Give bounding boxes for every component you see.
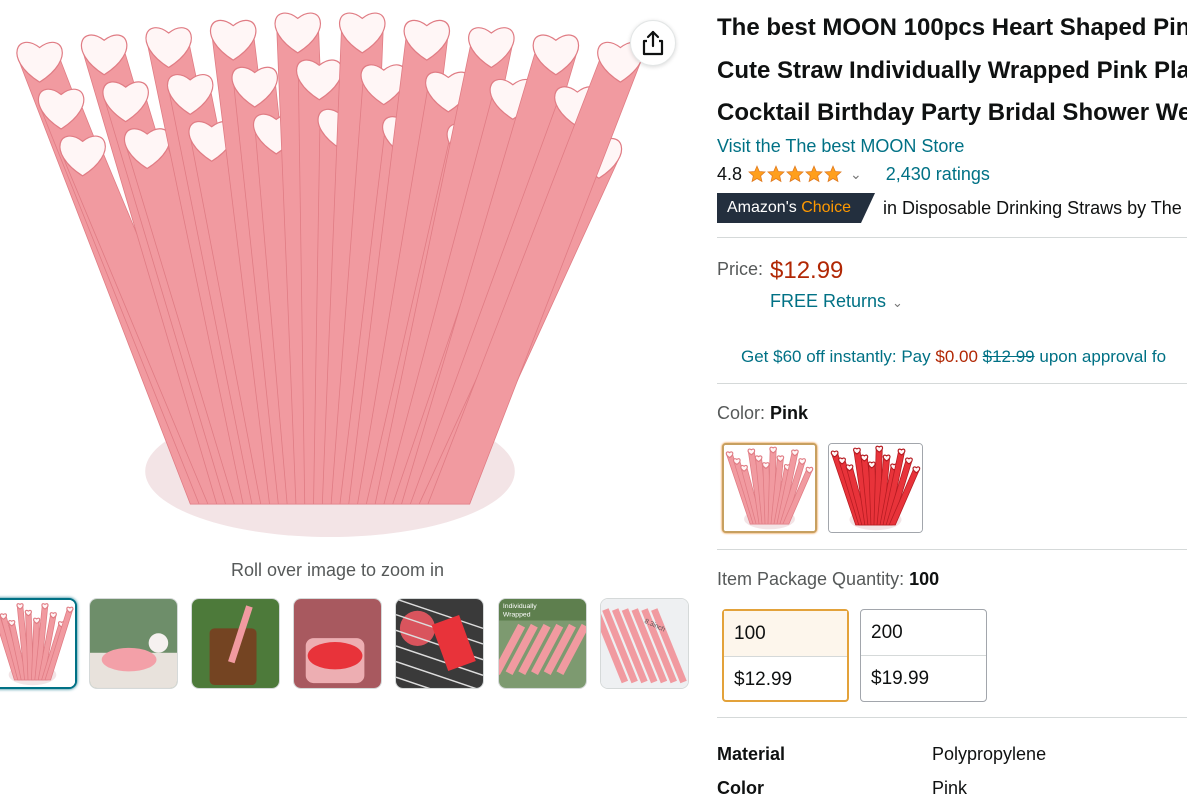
free-returns-link[interactable]: FREE Returns ⌄ [770,291,903,312]
divider [717,717,1187,718]
thumbnail-image [396,599,483,688]
divider [717,237,1187,238]
thumbnail-caption: Wrapped [503,612,531,619]
spec-key-material: Material [717,744,786,764]
product-title-line-2: Cute Straw Individually Wrapped Pink Pla [717,57,1187,84]
quantity-option-price: $19.99 [871,668,930,689]
color-selected-value: Pink [770,403,809,423]
thumbnail-image [90,599,177,688]
thumbnail-1[interactable] [0,598,77,689]
spec-value-material: Polypropylene [932,744,1047,764]
rating-row: 4.8 ⌄ 2,430 ratings [717,161,990,187]
amazons-choice-row: Amazon's Choice in Disposable Drinking S… [717,193,1182,223]
share-button[interactable] [630,20,676,66]
spec-key-color: Color [717,778,764,798]
star-icon [767,165,785,183]
color-label-text: Color: [717,403,766,423]
color-swatch-pink[interactable] [722,443,817,533]
chevron-down-icon: ⌄ [892,295,903,310]
ratings-count-link[interactable]: 2,430 ratings [886,164,990,185]
chevron-down-icon[interactable]: ⌄ [850,166,862,183]
quantity-label-text: Item Package Quantity: [717,569,905,589]
price-label: Price: [717,259,764,279]
star-icon [824,165,842,183]
badge-accent: Choice [801,199,852,216]
quantity-label: Item Package Quantity: 100 [717,569,939,590]
quantity-selected-value: 100 [909,569,940,589]
star-icon [786,165,804,183]
red-straws-swatch-image [829,444,922,532]
promo-text: Get $60 off instantly: Pay [741,347,936,366]
promo-strike-price: $12.99 [982,347,1035,366]
rating-value: 4.8 [717,163,743,184]
product-details: The best MOON 100pcs Heart Shaped Pink C… [717,0,1187,800]
thumbnail-3[interactable] [191,598,280,689]
thumbnail-image [192,599,279,688]
divider [717,549,1187,550]
spec-value-color: Pink [932,778,968,798]
product-title-line-1: The best MOON 100pcs Heart Shaped Pink [717,14,1187,41]
thumbnail-image [294,599,381,688]
thumbnail-image: Individually Wrapped [499,599,586,688]
thumbnail-image: 8.3inch [601,599,688,688]
product-title-line-3: Cocktail Birthday Party Bridal Shower We… [717,99,1187,126]
free-returns-label: FREE Returns [770,291,887,311]
color-label: Color: Pink [717,403,808,424]
share-icon [642,30,664,56]
badge-prefix: Amazon's [727,199,797,216]
star-rating[interactable] [748,165,842,183]
credit-card-promo[interactable]: Get $60 off instantly: Pay $0.00 $12.99 … [741,347,1166,367]
quantity-option-qty: 100 [724,611,847,657]
thumbnail-image [0,600,75,687]
star-icon [748,165,766,183]
divider [717,383,1187,384]
promo-pay-amount: $0.00 [935,347,978,366]
thumbnail-2[interactable] [89,598,178,689]
color-swatch-red[interactable] [828,443,923,533]
store-link[interactable]: Visit the The best MOON Store [717,136,964,157]
thumbnail-caption: Individually [503,603,537,610]
thumbnail-6[interactable]: Individually Wrapped [498,598,587,689]
promo-text-end: upon approval fo [1034,347,1167,366]
amazons-choice-badge: Amazon's Choice [717,193,875,223]
quantity-option-200[interactable]: 200 $19.99 [860,609,987,702]
price-value: $12.99 [770,257,844,284]
pink-heart-straws-image [0,0,660,548]
star-icon [805,165,823,183]
thumbnail-5[interactable] [395,598,484,689]
main-product-image[interactable] [0,0,660,548]
quantity-option-qty: 200 [861,610,986,656]
thumbnail-4[interactable] [293,598,382,689]
quantity-option-price: $12.99 [734,669,793,690]
thumbnail-7[interactable]: 8.3inch [600,598,689,689]
quantity-option-100[interactable]: 100 $12.99 [722,609,849,702]
choice-category[interactable]: in Disposable Drinking Straws by The [883,198,1182,219]
zoom-hint: Roll over image to zoom in [230,560,445,580]
pink-straws-swatch-image [724,445,815,531]
